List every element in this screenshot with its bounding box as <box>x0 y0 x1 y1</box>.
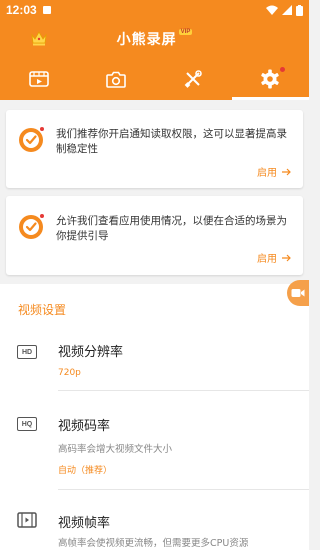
enable-usage-button[interactable]: 启用 <box>257 250 291 265</box>
tab-bar <box>0 58 310 100</box>
alert-dot <box>39 126 45 132</box>
framerate-icon <box>17 512 37 528</box>
battery-icon <box>296 4 303 16</box>
bitrate-value: 自动（推荐） <box>58 466 113 476</box>
video-camera-icon <box>291 289 305 297</box>
card-message: 允许我们查看应用使用情况，以便在合适的场景为你提供引导 <box>56 215 287 242</box>
film-icon <box>28 71 49 87</box>
tab-videos[interactable] <box>0 58 77 100</box>
check-badge-icon <box>18 126 45 153</box>
card-message: 我们推荐你开启通知读取权限，这可以显著提高录制稳定性 <box>56 128 287 155</box>
status-bar: 12:03 <box>0 0 309 20</box>
enable-label: 启用 <box>257 254 277 265</box>
bitrate-description: 高码率会增大视频文件大小 <box>58 444 173 455</box>
check-badge-icon <box>18 213 45 240</box>
notification-icon <box>42 6 51 14</box>
resolution-value: 720p <box>58 368 81 378</box>
signal-icon <box>282 5 292 15</box>
floating-record-button[interactable] <box>287 280 309 306</box>
status-time: 12:03 <box>6 3 37 17</box>
bitrate-setting[interactable]: 视频码率 <box>58 415 110 434</box>
framerate-setting[interactable]: 视频帧率 <box>58 512 110 531</box>
divider <box>58 390 309 391</box>
tools-icon <box>184 70 202 88</box>
resolution-setting[interactable]: 视频分辨率 <box>58 341 123 360</box>
enable-notification-button[interactable]: 启用 <box>257 164 291 179</box>
arrow-right-icon <box>282 254 291 261</box>
enable-label: 启用 <box>257 168 277 179</box>
usage-permission-card: 允许我们查看应用使用情况，以便在合适的场景为你提供引导 启用 <box>6 196 303 275</box>
hq-icon: HQ <box>17 417 37 431</box>
arrow-right-icon <box>282 168 291 175</box>
section-title: 视频设置 <box>18 303 67 317</box>
vip-badge: VIP <box>178 29 193 35</box>
alert-dot <box>39 213 45 219</box>
app-header: 小熊录屏 VIP <box>0 20 309 58</box>
tab-tools[interactable] <box>155 58 232 100</box>
tab-settings[interactable] <box>231 58 310 100</box>
divider <box>58 489 309 490</box>
notification-dot <box>280 67 285 72</box>
hd-icon: HD <box>17 345 37 359</box>
gear-icon <box>261 69 280 89</box>
crown-icon[interactable] <box>30 29 48 47</box>
tab-screenshots[interactable] <box>77 58 154 100</box>
app-title: 小熊录屏 <box>116 32 177 48</box>
framerate-description: 高帧率会使视频更流畅，但需要更多CPU资源 <box>58 538 249 549</box>
notification-permission-card: 我们推荐你开启通知读取权限，这可以显著提高录制稳定性 启用 <box>6 110 303 188</box>
camera-icon <box>106 71 126 88</box>
wifi-icon <box>266 5 278 15</box>
video-settings-section: 视频设置 HD 视频分辨率 720p HQ 视频码率 高码率会增大视频文件大小 … <box>0 284 309 550</box>
